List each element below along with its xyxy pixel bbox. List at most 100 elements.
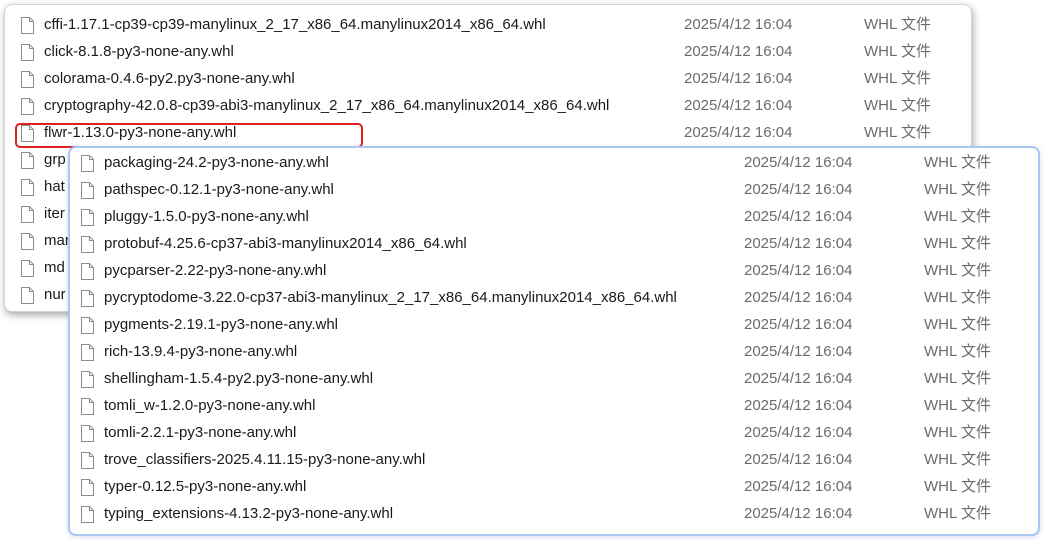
- file-modified-date: 2025/4/12 16:04: [744, 154, 853, 171]
- file-name: tomli_w-1.2.0-py3-none-any.whl: [104, 397, 316, 414]
- file-type: WHL 文件: [864, 124, 931, 141]
- file-type: WHL 文件: [924, 154, 991, 171]
- file-row[interactable]: cryptography-42.0.8-cp39-abi3-manylinux_…: [5, 92, 971, 119]
- file-name: packaging-24.2-py3-none-any.whl: [104, 154, 329, 171]
- file-icon: [81, 208, 94, 226]
- file-icon: [21, 43, 34, 61]
- file-name: nur: [44, 286, 66, 303]
- file-modified-date: 2025/4/12 16:04: [744, 397, 853, 414]
- file-name: protobuf-4.25.6-cp37-abi3-manylinux2014_…: [104, 235, 467, 252]
- file-icon: [81, 451, 94, 469]
- file-name: rich-13.9.4-py3-none-any.whl: [104, 343, 298, 360]
- file-modified-date: 2025/4/12 16:04: [684, 43, 793, 60]
- file-modified-date: 2025/4/12 16:04: [744, 262, 853, 279]
- file-name: iter: [44, 205, 65, 222]
- file-icon: [81, 262, 94, 280]
- file-icon: [21, 97, 34, 115]
- file-icon: [81, 154, 94, 172]
- file-row[interactable]: pluggy-1.5.0-py3-none-any.whl 2025/4/12 1…: [70, 203, 1038, 230]
- file-icon: [21, 178, 34, 196]
- file-icon: [21, 232, 34, 250]
- file-row[interactable]: pycryptodome-3.22.0-cp37-abi3-manylinux_…: [70, 284, 1038, 311]
- file-name: typing_extensions-4.13.2-py3-none-any.wh…: [104, 505, 394, 522]
- file-type: WHL 文件: [924, 316, 991, 333]
- file-name: click-8.1.8-py3-none-any.whl: [44, 43, 234, 60]
- file-icon: [81, 370, 94, 388]
- file-modified-date: 2025/4/12 16:04: [744, 451, 853, 468]
- file-icon: [81, 235, 94, 253]
- file-type: WHL 文件: [924, 208, 991, 225]
- file-modified-date: 2025/4/12 16:04: [744, 208, 853, 225]
- file-modified-date: 2025/4/12 16:04: [744, 343, 853, 360]
- file-type: WHL 文件: [924, 235, 991, 252]
- file-modified-date: 2025/4/12 16:04: [684, 70, 793, 87]
- file-name: typer-0.12.5-py3-none-any.whl: [104, 478, 307, 495]
- file-modified-date: 2025/4/12 16:04: [744, 289, 853, 306]
- file-name: pluggy-1.5.0-py3-none-any.whl: [104, 208, 309, 225]
- file-type: WHL 文件: [924, 181, 991, 198]
- file-type: WHL 文件: [924, 478, 991, 495]
- file-modified-date: 2025/4/12 16:04: [744, 370, 853, 387]
- file-row[interactable]: protobuf-4.25.6-cp37-abi3-manylinux2014_…: [70, 230, 1038, 257]
- file-list-panel-front: packaging-24.2-py3-none-any.whl 2025/4/12…: [68, 146, 1040, 536]
- file-name: pygments-2.19.1-py3-none-any.whl: [104, 316, 339, 333]
- file-row[interactable]: pygments-2.19.1-py3-none-any.whl 2025/4/1…: [70, 311, 1038, 338]
- file-name: shellingham-1.5.4-py2.py3-none-any.whl: [104, 370, 374, 387]
- file-modified-date: 2025/4/12 16:04: [684, 124, 793, 141]
- file-name: grp: [44, 151, 66, 168]
- file-icon: [21, 286, 34, 304]
- file-modified-date: 2025/4/12 16:04: [744, 424, 853, 441]
- file-row[interactable]: cffi-1.17.1-cp39-cp39-manylinux_2_17_x86…: [5, 11, 971, 38]
- file-icon: [21, 259, 34, 277]
- file-row[interactable]: packaging-24.2-py3-none-any.whl 2025/4/12…: [70, 149, 1038, 176]
- file-name: mar: [44, 232, 70, 249]
- file-modified-date: 2025/4/12 16:04: [744, 505, 853, 522]
- file-list-front: packaging-24.2-py3-none-any.whl 2025/4/12…: [70, 149, 1038, 527]
- highlight-box: [15, 123, 363, 148]
- file-row[interactable]: trove_classifiers-2025.4.11.15-py3-none-…: [70, 446, 1038, 473]
- file-type: WHL 文件: [864, 43, 931, 60]
- file-icon: [81, 316, 94, 334]
- file-modified-date: 2025/4/12 16:04: [744, 478, 853, 495]
- file-modified-date: 2025/4/12 16:04: [684, 16, 793, 33]
- file-name: hat: [44, 178, 65, 195]
- file-type: WHL 文件: [864, 16, 931, 33]
- file-row[interactable]: typer-0.12.5-py3-none-any.whl 2025/4/12 1…: [70, 473, 1038, 500]
- file-row[interactable]: pathspec-0.12.1-py3-none-any.whl 2025/4/1…: [70, 176, 1038, 203]
- file-type: WHL 文件: [924, 451, 991, 468]
- file-name: trove_classifiers-2025.4.11.15-py3-none-…: [104, 451, 426, 468]
- file-type: WHL 文件: [864, 97, 931, 114]
- file-type: WHL 文件: [924, 343, 991, 360]
- file-row[interactable]: tomli-2.2.1-py3-none-any.whl 2025/4/12 16…: [70, 419, 1038, 446]
- file-modified-date: 2025/4/12 16:04: [744, 235, 853, 252]
- file-name: cryptography-42.0.8-cp39-abi3-manylinux_…: [44, 97, 610, 114]
- file-icon: [81, 181, 94, 199]
- file-row[interactable]: click-8.1.8-py3-none-any.whl 2025/4/12 16…: [5, 38, 971, 65]
- file-row[interactable]: typing_extensions-4.13.2-py3-none-any.wh…: [70, 500, 1038, 527]
- file-name: md: [44, 259, 65, 276]
- file-icon: [81, 289, 94, 307]
- file-row[interactable]: colorama-0.4.6-py2.py3-none-any.whl 2025/…: [5, 65, 971, 92]
- file-icon: [21, 151, 34, 169]
- file-row[interactable]: rich-13.9.4-py3-none-any.whl 2025/4/12 16…: [70, 338, 1038, 365]
- file-icon: [81, 505, 94, 523]
- file-row[interactable]: pycparser-2.22-py3-none-any.whl 2025/4/12…: [70, 257, 1038, 284]
- file-type: WHL 文件: [864, 70, 931, 87]
- file-icon: [21, 70, 34, 88]
- file-modified-date: 2025/4/12 16:04: [684, 97, 793, 114]
- file-name: cffi-1.17.1-cp39-cp39-manylinux_2_17_x86…: [44, 16, 546, 33]
- file-type: WHL 文件: [924, 289, 991, 306]
- file-icon: [81, 424, 94, 442]
- file-modified-date: 2025/4/12 16:04: [744, 316, 853, 333]
- file-name: pathspec-0.12.1-py3-none-any.whl: [104, 181, 334, 198]
- file-row[interactable]: shellingham-1.5.4-py2.py3-none-any.whl 20…: [70, 365, 1038, 392]
- file-row[interactable]: tomli_w-1.2.0-py3-none-any.whl 2025/4/12 …: [70, 392, 1038, 419]
- file-type: WHL 文件: [924, 424, 991, 441]
- file-name: pycryptodome-3.22.0-cp37-abi3-manylinux_…: [104, 289, 677, 306]
- file-type: WHL 文件: [924, 505, 991, 522]
- file-icon: [81, 397, 94, 415]
- file-type: WHL 文件: [924, 262, 991, 279]
- file-modified-date: 2025/4/12 16:04: [744, 181, 853, 198]
- file-icon: [21, 205, 34, 223]
- file-type: WHL 文件: [924, 397, 991, 414]
